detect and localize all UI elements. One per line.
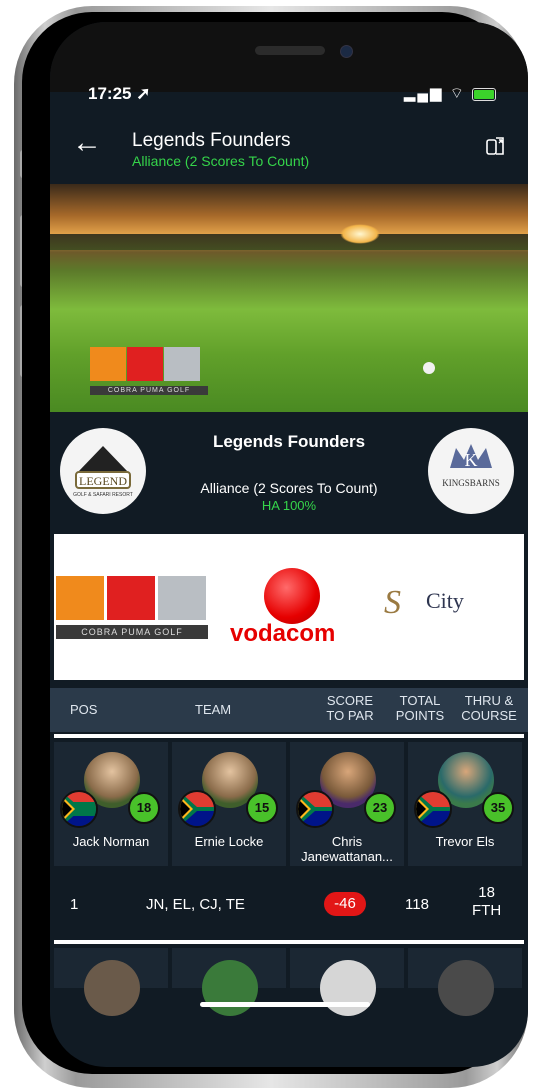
player-avatar [438, 960, 494, 1016]
back-arrow-icon[interactable]: ← [72, 128, 102, 158]
sponsor-strip: COBRA PUMA GOLF vodacom S City [54, 534, 524, 680]
event-card: LEGEND GOLF & SAFARI RESORT Legends Foun… [50, 418, 528, 526]
row-thru-holes: 18 [478, 884, 495, 901]
battery-icon [472, 87, 496, 101]
player-card[interactable]: 23 Chris Janewattanan... [290, 742, 404, 866]
player-name: Chris Janewattanan... [301, 834, 393, 864]
status-bar: 17:25 ➚ ▂▄▆ ⌔ [50, 82, 528, 122]
golf-ball [423, 362, 435, 374]
cobra-puma-logo: COBRA PUMA GOLF [90, 347, 208, 395]
col-score-l1: SCORE [326, 693, 374, 708]
col-pos: POS [70, 702, 98, 717]
col-points-l1: TOTAL [399, 693, 441, 708]
player-card[interactable] [54, 948, 168, 1016]
row-position: 1 [70, 896, 79, 913]
player-avatar [202, 960, 258, 1016]
app-header: ← Legends Founders Alliance (2 Scores To… [50, 122, 528, 182]
cobra-puma-caption: COBRA PUMA GOLF [90, 386, 208, 395]
treeline [50, 234, 528, 250]
front-camera [340, 45, 353, 58]
col-team: TEAM [195, 702, 232, 717]
screen: 17:25 ➚ ▂▄▆ ⌔ ← Legends Founders Allianc… [50, 22, 528, 1067]
puma-icon [127, 347, 163, 381]
cobra-puma-sponsor-caption: COBRA PUMA GOLF [56, 625, 208, 639]
south-africa-flag-icon [60, 790, 98, 828]
handicap-badge: 23 [364, 792, 396, 824]
row-score-badge: -46 [324, 892, 366, 916]
cobra-icon [90, 347, 126, 381]
player-card[interactable]: 18 Jack Norman [54, 742, 168, 866]
col-score: SCORE TO PAR [320, 693, 380, 723]
golf-sponsor-icon [158, 576, 206, 620]
row-points: 118 [405, 896, 429, 913]
player-card[interactable] [290, 948, 404, 1016]
kingsbarns-logo: K KINGSBARNS [428, 428, 514, 514]
suncity-logo: City [426, 588, 464, 613]
handicap-badge: 18 [128, 792, 160, 824]
golf-clubs-icon [164, 347, 200, 381]
team-players[interactable]: 18 Jack Norman 15 Ernie Locke 23 Chris J… [54, 742, 524, 866]
handicap-badge: 15 [246, 792, 278, 824]
leaderboard-header: POS TEAM SCORE TO PAR TOTAL POINTS THRU … [50, 688, 528, 732]
south-africa-flag-icon [178, 790, 216, 828]
player-avatar [320, 960, 376, 1016]
speaker-grille [255, 46, 325, 55]
south-africa-flag-icon [296, 790, 334, 828]
col-points: TOTAL POINTS [390, 693, 450, 723]
cobra-puma-sponsor: COBRA PUMA GOLF [56, 576, 208, 639]
player-card[interactable]: 15 Ernie Locke [172, 742, 286, 866]
kingsbarns-logo-text: KINGSBARNS [442, 478, 500, 488]
next-team-players[interactable] [54, 948, 524, 1028]
home-indicator[interactable] [200, 1002, 370, 1007]
course-banner-image: COBRA PUMA GOLF [50, 184, 528, 412]
player-card[interactable] [172, 948, 286, 1016]
row-thru-course: FTH [472, 902, 502, 919]
puma-sponsor-icon [107, 576, 155, 620]
row-team: JN, EL, CJ, TE [146, 896, 245, 913]
south-africa-flag-icon [414, 790, 452, 828]
col-thru-l2: COURSE [461, 708, 517, 723]
vodafone-speechmark-icon [264, 568, 320, 624]
player-card[interactable] [408, 948, 522, 1016]
vodacom-logo: vodacom [230, 620, 336, 647]
share-icon[interactable] [486, 134, 506, 156]
divider [54, 940, 524, 944]
player-name: Jack Norman [72, 834, 150, 849]
status-icons: ▂▄▆ ⌔ [404, 84, 496, 103]
page-subtitle: Alliance (2 Scores To Count) [132, 153, 310, 169]
player-name: Ernie Locke [194, 834, 264, 849]
player-avatar [84, 960, 140, 1016]
status-time: 17:25 ➚ [88, 84, 151, 103]
divider [54, 734, 524, 738]
suncity-script-icon: S [384, 584, 401, 621]
svg-text:K: K [465, 450, 478, 470]
row-thru: 18 FTH [472, 884, 501, 920]
cobra-sponsor-icon [56, 576, 104, 620]
player-name: Trevor Els [435, 834, 495, 849]
col-score-l2: TO PAR [326, 708, 374, 723]
col-points-l2: POINTS [395, 708, 445, 723]
col-thru-l1: THRU & [464, 693, 514, 708]
page-title: Legends Founders [132, 130, 291, 151]
signal-wifi-icon: ▂▄▆ ⌔ [403, 85, 466, 102]
leaderboard-row[interactable]: 1 JN, EL, CJ, TE -46 118 18 FTH [50, 872, 528, 936]
col-thru: THRU & COURSE [456, 693, 522, 723]
player-card[interactable]: 35 Trevor Els [408, 742, 522, 866]
sunset [340, 224, 380, 244]
handicap-badge: 35 [482, 792, 514, 824]
